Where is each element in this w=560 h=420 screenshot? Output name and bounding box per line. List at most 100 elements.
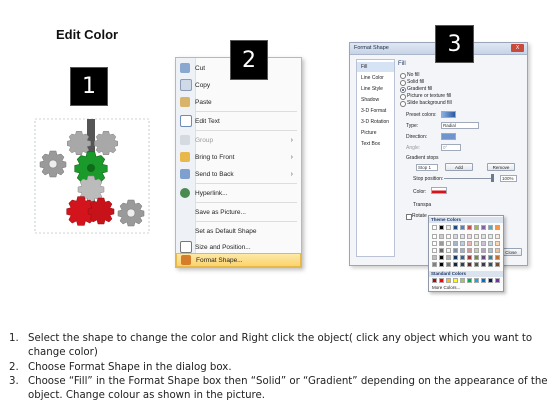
theme-color-swatch[interactable]: [481, 241, 486, 246]
menu-item-save-as-picture[interactable]: Save as Picture...: [176, 204, 301, 220]
nav-item-3d-format[interactable]: 3-D Format: [357, 106, 394, 116]
theme-color-swatch[interactable]: [432, 234, 437, 239]
menu-item-set-default-shape[interactable]: Set as Default Shape: [176, 223, 301, 239]
theme-color-swatch[interactable]: [432, 262, 437, 267]
theme-color-swatch[interactable]: [439, 262, 444, 267]
standard-color-swatch[interactable]: [453, 278, 458, 283]
theme-color-swatch[interactable]: [481, 248, 486, 253]
theme-color-swatch[interactable]: [453, 225, 458, 230]
menu-item-paste[interactable]: Paste: [176, 94, 301, 110]
theme-color-swatch[interactable]: [460, 234, 465, 239]
theme-color-swatch[interactable]: [481, 234, 486, 239]
theme-color-swatch[interactable]: [488, 262, 493, 267]
theme-color-swatch[interactable]: [432, 255, 437, 260]
standard-color-swatch[interactable]: [474, 278, 479, 283]
preset-colors-dropdown[interactable]: [441, 111, 456, 118]
theme-color-swatch[interactable]: [488, 225, 493, 230]
theme-color-swatch[interactable]: [446, 255, 451, 260]
theme-color-swatch[interactable]: [460, 255, 465, 260]
standard-color-swatch[interactable]: [488, 278, 493, 283]
menu-item-send-to-back[interactable]: Send to Back ›: [176, 166, 301, 182]
theme-color-swatch[interactable]: [495, 248, 500, 253]
nav-item-shadow[interactable]: Shadow: [357, 95, 394, 105]
standard-color-swatch[interactable]: [432, 278, 437, 283]
theme-color-swatch[interactable]: [495, 234, 500, 239]
theme-color-swatch[interactable]: [467, 248, 472, 253]
color-dropdown[interactable]: [431, 187, 447, 194]
theme-color-swatch[interactable]: [432, 225, 437, 230]
theme-color-swatch[interactable]: [446, 225, 451, 230]
theme-color-swatch[interactable]: [453, 241, 458, 246]
add-button[interactable]: Add: [445, 163, 473, 171]
nav-item-3d-rotation[interactable]: 3-D Rotation: [357, 117, 394, 127]
standard-color-swatch[interactable]: [481, 278, 486, 283]
radio-slide-background-fill[interactable]: [400, 101, 406, 107]
theme-color-swatch[interactable]: [481, 262, 486, 267]
radio-no-fill[interactable]: [400, 73, 406, 79]
theme-color-swatch[interactable]: [446, 234, 451, 239]
menu-item-edit-text[interactable]: Edit Text: [176, 113, 301, 129]
standard-color-swatch[interactable]: [495, 278, 500, 283]
theme-color-swatch[interactable]: [474, 262, 479, 267]
theme-color-swatch[interactable]: [453, 248, 458, 253]
remove-button[interactable]: Remove: [487, 163, 515, 171]
theme-color-swatch[interactable]: [460, 225, 465, 230]
theme-color-swatch[interactable]: [474, 234, 479, 239]
radio-picture-fill[interactable]: [400, 94, 406, 100]
nav-item-fill[interactable]: Fill: [357, 62, 394, 72]
theme-color-swatch[interactable]: [446, 248, 451, 253]
more-colors-link[interactable]: More Colors...: [432, 285, 460, 290]
theme-color-swatch[interactable]: [495, 255, 500, 260]
theme-color-swatch[interactable]: [481, 225, 486, 230]
theme-color-swatch[interactable]: [453, 234, 458, 239]
theme-color-swatch[interactable]: [474, 248, 479, 253]
theme-color-swatch[interactable]: [495, 241, 500, 246]
nav-item-line-color[interactable]: Line Color: [357, 73, 394, 83]
theme-color-swatch[interactable]: [439, 248, 444, 253]
menu-item-bring-to-front[interactable]: Bring to Front ›: [176, 149, 301, 165]
theme-color-swatch[interactable]: [446, 262, 451, 267]
theme-color-swatch[interactable]: [460, 262, 465, 267]
theme-color-swatch[interactable]: [488, 255, 493, 260]
theme-color-swatch[interactable]: [467, 255, 472, 260]
radio-solid-fill[interactable]: [400, 80, 406, 86]
radio-gradient-fill[interactable]: [400, 87, 406, 93]
nav-item-text-box[interactable]: Text Box: [357, 139, 394, 149]
theme-color-swatch[interactable]: [467, 234, 472, 239]
theme-color-swatch[interactable]: [439, 234, 444, 239]
stop-position-field[interactable]: 100%: [500, 175, 517, 182]
stop-position-slider[interactable]: [444, 178, 492, 179]
theme-color-swatch[interactable]: [432, 241, 437, 246]
close-icon[interactable]: X: [511, 44, 524, 52]
slider-thumb[interactable]: [491, 174, 494, 182]
direction-dropdown[interactable]: [441, 133, 456, 140]
theme-color-swatch[interactable]: [432, 248, 437, 253]
theme-color-swatch[interactable]: [481, 255, 486, 260]
type-dropdown[interactable]: Radial: [441, 122, 479, 129]
theme-color-swatch[interactable]: [467, 225, 472, 230]
nav-item-line-style[interactable]: Line Style: [357, 84, 394, 94]
standard-color-swatch[interactable]: [467, 278, 472, 283]
menu-item-hyperlink[interactable]: Hyperlink...: [176, 185, 301, 201]
standard-color-swatch[interactable]: [439, 278, 444, 283]
theme-color-swatch[interactable]: [453, 262, 458, 267]
theme-color-swatch[interactable]: [460, 248, 465, 253]
menu-item-format-shape[interactable]: Format Shape...: [176, 253, 301, 267]
theme-color-swatch[interactable]: [460, 241, 465, 246]
stop-dropdown[interactable]: Stop 1: [416, 164, 438, 171]
theme-color-swatch[interactable]: [439, 255, 444, 260]
standard-color-swatch[interactable]: [460, 278, 465, 283]
theme-color-swatch[interactable]: [439, 241, 444, 246]
theme-color-swatch[interactable]: [474, 225, 479, 230]
theme-color-swatch[interactable]: [495, 225, 500, 230]
theme-color-swatch[interactable]: [474, 241, 479, 246]
nav-item-picture[interactable]: Picture: [357, 128, 394, 138]
theme-color-swatch[interactable]: [467, 262, 472, 267]
theme-color-swatch[interactable]: [439, 225, 444, 230]
theme-color-swatch[interactable]: [467, 241, 472, 246]
angle-field[interactable]: 0°: [441, 144, 461, 151]
standard-color-swatch[interactable]: [446, 278, 451, 283]
theme-color-swatch[interactable]: [446, 241, 451, 246]
theme-color-swatch[interactable]: [488, 241, 493, 246]
theme-color-swatch[interactable]: [474, 255, 479, 260]
